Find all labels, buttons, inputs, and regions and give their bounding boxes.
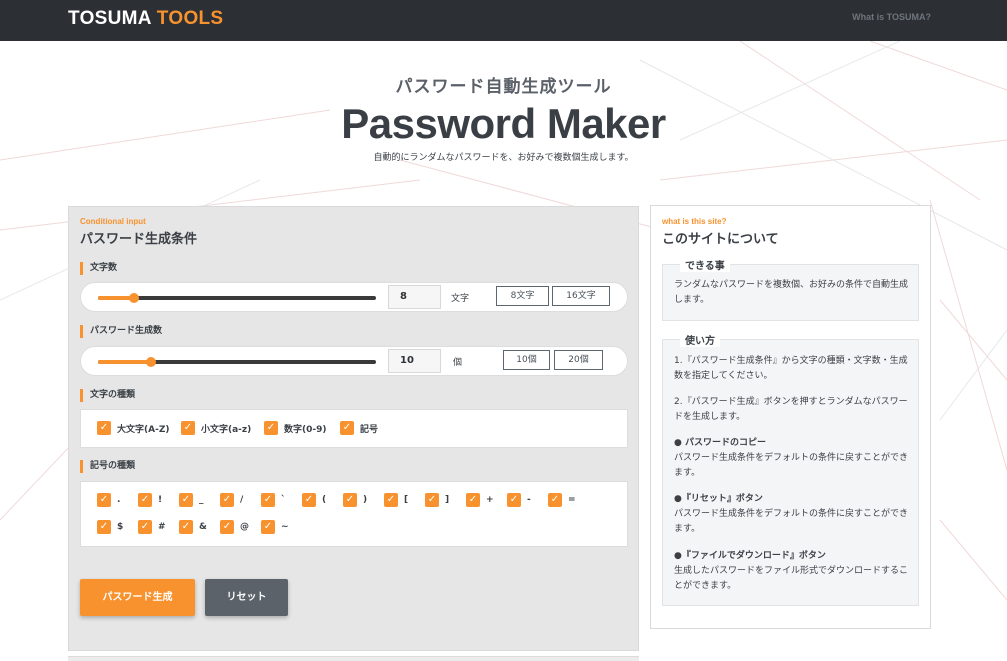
generate-password-button[interactable]: パスワード生成 <box>80 579 195 616</box>
nav-link-what-is-tosuma[interactable]: What is TOSUMA? <box>852 12 931 22</box>
checkmark-icon: ✓ <box>384 493 398 507</box>
checkmark-icon: ✓ <box>97 421 111 435</box>
checkbox-symbol[interactable]: ✓. <box>97 493 120 507</box>
symbol-types-label: 記号の種類 <box>80 460 135 473</box>
checkbox-symbol[interactable]: ✓ + <box>466 493 494 507</box>
copy-text: パスワード生成条件をデフォルトの条件に戻すことができます。 <box>674 453 909 478</box>
can-do-legend: できる事 <box>680 257 730 272</box>
logo-text-tosuma: TOSUMA <box>68 8 152 29</box>
conditions-title: パスワード生成条件 <box>80 232 198 247</box>
how-to-section: 使い方 1.『パスワード生成条件』から文字の種類・文字数・生成数を指定してくださ… <box>662 332 919 606</box>
checkbox-symbol[interactable]: ✓ _ <box>179 493 204 507</box>
top-navigation-bar: TOSUMA TOOLS What is TOSUMA? <box>0 0 1007 41</box>
count-control-row: 10 個 10個 20個 <box>80 346 628 376</box>
length-preset-16-button[interactable]: 16文字 <box>552 286 610 306</box>
count-slider-fill <box>98 360 151 364</box>
length-label: 文字数 <box>80 262 117 275</box>
count-preset-20-button[interactable]: 20個 <box>554 350 603 370</box>
checkbox-symbol[interactable]: ✓ # <box>138 520 166 534</box>
length-unit: 文字 <box>451 294 470 304</box>
checkmark-icon: ✓ <box>97 520 111 534</box>
length-control-row: 8 文字 8文字 16文字 <box>80 282 628 312</box>
checkbox-symbol[interactable]: ✓[ <box>384 493 408 507</box>
checkbox-symbol[interactable]: ✓ ~ <box>261 520 289 534</box>
checkmark-icon: ✓ <box>97 493 111 507</box>
copy-heading: ● パスワードのコピー <box>674 438 766 448</box>
checkmark-icon: ✓ <box>548 493 562 507</box>
length-input[interactable]: 8 <box>388 285 441 309</box>
count-slider[interactable] <box>98 357 376 367</box>
checkmark-icon: ✓ <box>466 493 480 507</box>
about-tag: what is this site? <box>662 217 727 226</box>
char-types-label: 文字の種類 <box>80 389 135 402</box>
checkbox-symbol[interactable]: ✓ & <box>179 520 207 534</box>
about-title: このサイトについて <box>662 232 779 247</box>
reset-text: パスワード生成条件をデフォルトの条件に戻すことができます。 <box>674 509 909 534</box>
page-description: 自動的にランダムなパスワードを、お好みで複数個生成します。 <box>373 153 634 163</box>
checkbox-lowercase[interactable]: ✓ 小文字(a-z) <box>181 421 251 435</box>
page-title: Password Maker <box>341 100 666 147</box>
reset-button[interactable]: リセット <box>205 579 288 616</box>
checkbox-symbol[interactable]: ✓ / <box>220 493 243 507</box>
checkmark-icon: ✓ <box>138 493 152 507</box>
checkmark-icon: ✓ <box>302 493 316 507</box>
length-slider[interactable] <box>98 293 376 303</box>
checkbox-numbers[interactable]: ✓ 数字(0-9) <box>264 421 327 435</box>
checkbox-symbol[interactable]: ✓] <box>425 493 449 507</box>
how-to-step-2: 2.『パスワード生成』ボタンを押すとランダムなパスワードを生成します。 <box>674 397 908 422</box>
checkmark-icon: ✓ <box>261 493 275 507</box>
checkmark-icon: ✓ <box>220 493 234 507</box>
checkbox-symbol[interactable]: ✓! <box>138 493 162 507</box>
checkmark-icon: ✓ <box>220 520 234 534</box>
checkbox-symbol[interactable]: ✓ $ <box>97 520 123 534</box>
count-input[interactable]: 10 <box>388 349 441 373</box>
results-panel-edge <box>68 656 639 661</box>
checkmark-icon: ✓ <box>343 493 357 507</box>
how-to-step-1: 1.『パスワード生成条件』から文字の種類・文字数・生成数を指定してください。 <box>674 356 908 381</box>
checkbox-symbol[interactable]: ✓ = <box>548 493 576 507</box>
password-conditions-panel: Conditional input パスワード生成条件 文字数 8 文字 8文字… <box>68 206 639 651</box>
length-preset-8-button[interactable]: 8文字 <box>496 286 549 306</box>
download-text: 生成したパスワードをファイル形式でダウンロードすることができます。 <box>674 566 909 591</box>
how-to-legend: 使い方 <box>680 332 720 347</box>
checkmark-icon: ✓ <box>179 493 193 507</box>
symbol-types-box: ✓. ✓! ✓ _ ✓ / ✓ ` ✓( ✓) ✓[ ✓] ✓ + ✓ - ✓ = ✓ $ ✓… <box>80 481 628 547</box>
logo-text-tools: TOOLS <box>156 8 224 29</box>
checkmark-icon: ✓ <box>261 520 275 534</box>
checkbox-uppercase[interactable]: ✓ 大文字(A-Z) <box>97 421 169 435</box>
can-do-section: できる事 ランダムなパスワードを複数個、お好みの条件で自動生成します。 <box>662 257 919 321</box>
checkmark-icon: ✓ <box>181 421 195 435</box>
count-label: パスワード生成数 <box>80 325 162 338</box>
count-unit: 個 <box>453 358 463 368</box>
count-slider-thumb[interactable] <box>146 357 156 367</box>
page-subtitle: パスワード自動生成ツール <box>395 77 612 97</box>
checkbox-symbols[interactable]: ✓ 記号 <box>340 421 378 435</box>
conditions-tag: Conditional input <box>80 217 146 226</box>
checkmark-icon: ✓ <box>138 520 152 534</box>
download-heading: ●『ファイルでダウンロード』ボタン <box>674 551 826 561</box>
site-logo[interactable]: TOSUMA TOOLS <box>68 8 223 30</box>
checkbox-symbol[interactable]: ✓ - <box>507 493 531 507</box>
checkbox-symbol[interactable]: ✓ ` <box>261 493 286 507</box>
checkmark-icon: ✓ <box>425 493 439 507</box>
hero-section: パスワード自動生成ツール Password Maker 自動的にランダムなパスワ… <box>0 41 1007 163</box>
checkmark-icon: ✓ <box>507 493 521 507</box>
checkbox-symbol[interactable]: ✓) <box>343 493 367 507</box>
checkmark-icon: ✓ <box>264 421 278 435</box>
checkmark-icon: ✓ <box>340 421 354 435</box>
char-types-box: ✓ 大文字(A-Z) ✓ 小文字(a-z) ✓ 数字(0-9) ✓ 記号 <box>80 409 628 448</box>
length-slider-thumb[interactable] <box>129 293 139 303</box>
count-preset-10-button[interactable]: 10個 <box>503 350 550 370</box>
checkbox-symbol[interactable]: ✓( <box>302 493 326 507</box>
can-do-text: ランダムなパスワードを複数個、お好みの条件で自動生成します。 <box>674 280 909 305</box>
about-site-panel: what is this site? このサイトについて できる事 ランダムなパ… <box>650 205 931 629</box>
reset-heading: ●『リセット』ボタン <box>674 494 763 504</box>
checkbox-symbol[interactable]: ✓ @ <box>220 520 249 534</box>
checkmark-icon: ✓ <box>179 520 193 534</box>
